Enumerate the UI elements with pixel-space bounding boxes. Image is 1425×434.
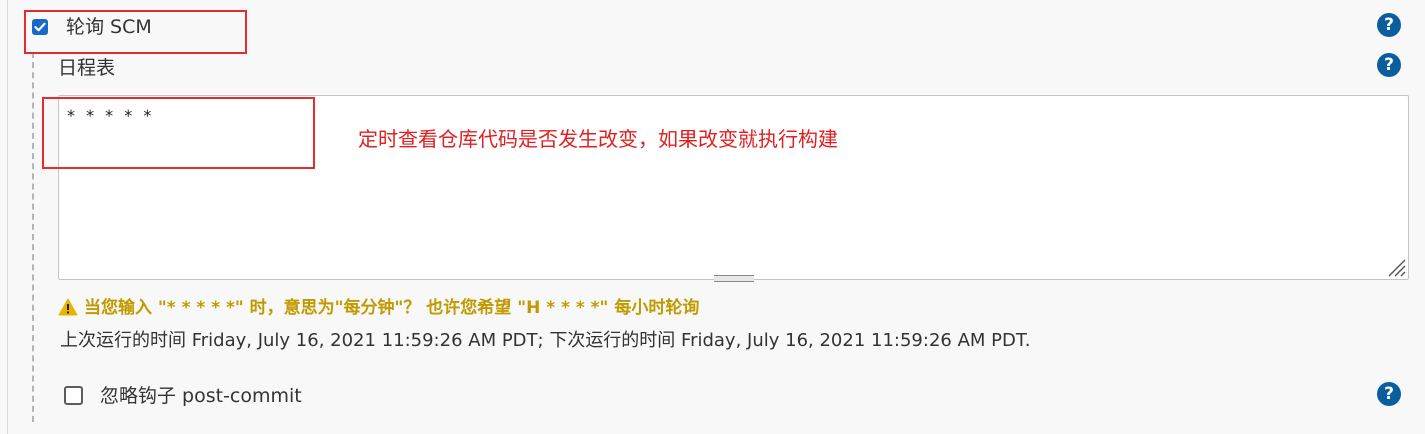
warning-icon [58, 298, 78, 323]
resize-grip-icon[interactable] [1384, 255, 1406, 277]
help-icon-poll-scm[interactable]: ? [1377, 13, 1401, 37]
highlight-schedule-value [42, 97, 315, 169]
panel-left-border [7, 0, 8, 434]
warning-message: 当您输入 "* * * * *" 时，意思为"每分钟"？ 也许您希望 "H * … [58, 296, 699, 323]
textarea-resize-bar[interactable] [714, 275, 754, 282]
ignore-post-commit-checkbox[interactable] [64, 386, 83, 405]
help-icon-ignore-post-commit[interactable]: ? [1377, 382, 1401, 406]
ignore-post-commit-label[interactable]: 忽略钩子 post-commit [100, 384, 302, 408]
warning-text: 当您输入 "* * * * *" 时，意思为"每分钟"？ 也许您希望 "H * … [84, 298, 700, 318]
annotation-text: 定时查看仓库代码是否发生改变，如果改变就执行构建 [358, 127, 838, 151]
run-info: 上次运行的时间 Friday, July 16, 2021 11:59:26 A… [60, 330, 1031, 351]
nested-section-guide [32, 52, 34, 422]
help-icon-schedule[interactable]: ? [1377, 53, 1401, 77]
highlight-poll-scm [24, 10, 247, 54]
schedule-label: 日程表 [58, 57, 116, 79]
